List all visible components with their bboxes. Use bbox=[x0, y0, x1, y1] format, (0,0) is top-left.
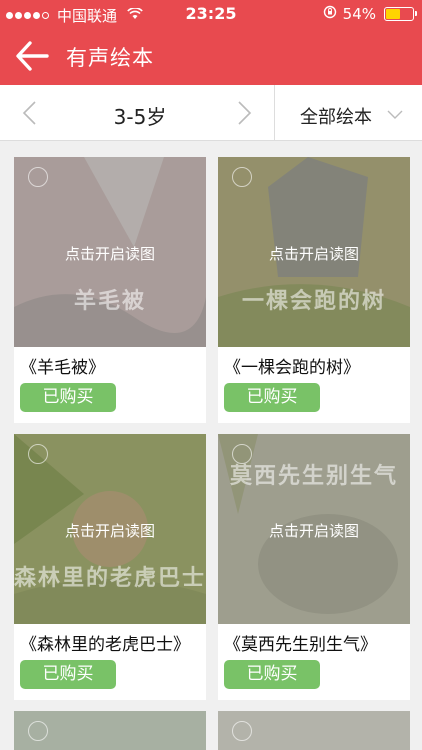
cover-logo-icon bbox=[232, 721, 252, 741]
open-reading-label: 点击开启读图 bbox=[64, 522, 155, 540]
purchased-button[interactable]: 已购买 bbox=[20, 660, 116, 689]
cover-title-art: 羊毛被 bbox=[73, 289, 146, 314]
book-grid: 点击开启读图 羊毛被 《羊毛被》 已购买 点击开启读图 一棵会跑的树 《一棵会跑… bbox=[0, 141, 422, 750]
cover-title-art: 森林里的老虎巴士 bbox=[14, 566, 206, 591]
cover-logo-icon bbox=[232, 167, 252, 187]
cover-title-art: 一棵会跑的树 bbox=[241, 289, 386, 314]
book-cover[interactable]: 点击开启读图 羊毛被 bbox=[14, 157, 206, 347]
battery-icon bbox=[384, 7, 417, 21]
book-cover[interactable] bbox=[14, 711, 206, 750]
cover-logo-icon bbox=[28, 444, 48, 464]
battery-fill bbox=[386, 9, 400, 19]
header-bar: 中国联通 23:25 54% 有声绘本 bbox=[0, 0, 422, 85]
book-title: 《一棵会跑的树》 bbox=[224, 358, 360, 378]
book-cover[interactable] bbox=[218, 711, 410, 750]
nav-bar: 有声绘本 bbox=[0, 28, 422, 85]
book-cover[interactable]: 点击开启读图 森林里的老虎巴士 bbox=[14, 434, 206, 624]
purchased-button[interactable]: 已购买 bbox=[224, 660, 320, 689]
open-reading-label: 点击开启读图 bbox=[64, 245, 155, 263]
age-filter-label: 3-5岁 bbox=[113, 105, 167, 129]
open-reading-label: 点击开启读图 bbox=[268, 245, 359, 263]
book-card-partial[interactable] bbox=[218, 711, 410, 750]
status-right: 54% bbox=[323, 5, 417, 23]
arrow-left-icon[interactable] bbox=[14, 38, 50, 74]
book-title: 《莫西先生别生气》 bbox=[224, 635, 377, 655]
book-card[interactable]: 点击开启读图 一棵会跑的树 《一棵会跑的树》 已购买 bbox=[218, 157, 410, 423]
category-dropdown[interactable]: 全部绘本 bbox=[300, 103, 372, 129]
filter-divider bbox=[274, 85, 275, 141]
open-reading-label: 点击开启读图 bbox=[268, 522, 359, 540]
filter-bar: 3-5岁 全部绘本 bbox=[0, 85, 422, 141]
book-card-partial[interactable] bbox=[14, 711, 206, 750]
rotation-lock-icon bbox=[323, 5, 337, 23]
battery-label: 54% bbox=[342, 5, 376, 23]
book-title: 《森林里的老虎巴士》 bbox=[20, 635, 190, 655]
book-cover[interactable]: 点击开启读图 莫西先生别生气 bbox=[218, 434, 410, 624]
book-card[interactable]: 点击开启读图 森林里的老虎巴士 《森林里的老虎巴士》 已购买 bbox=[14, 434, 206, 700]
purchased-button[interactable]: 已购买 bbox=[224, 383, 320, 412]
purchased-button[interactable]: 已购买 bbox=[20, 383, 116, 412]
status-bar: 中国联通 23:25 54% bbox=[0, 0, 422, 28]
chevron-right-icon[interactable] bbox=[234, 100, 254, 126]
book-title: 《羊毛被》 bbox=[20, 358, 105, 378]
chevron-left-icon[interactable] bbox=[20, 100, 40, 126]
cover-logo-icon bbox=[28, 167, 48, 187]
cover-title-art: 莫西先生别生气 bbox=[229, 464, 398, 489]
book-cover[interactable]: 点击开启读图 一棵会跑的树 bbox=[218, 157, 410, 347]
cover-logo-icon bbox=[28, 721, 48, 741]
chevron-down-icon[interactable] bbox=[386, 105, 404, 123]
page-title: 有声绘本 bbox=[66, 46, 154, 70]
book-card[interactable]: 点击开启读图 羊毛被 《羊毛被》 已购买 bbox=[14, 157, 206, 423]
book-card[interactable]: 点击开启读图 莫西先生别生气 《莫西先生别生气》 已购买 bbox=[218, 434, 410, 700]
